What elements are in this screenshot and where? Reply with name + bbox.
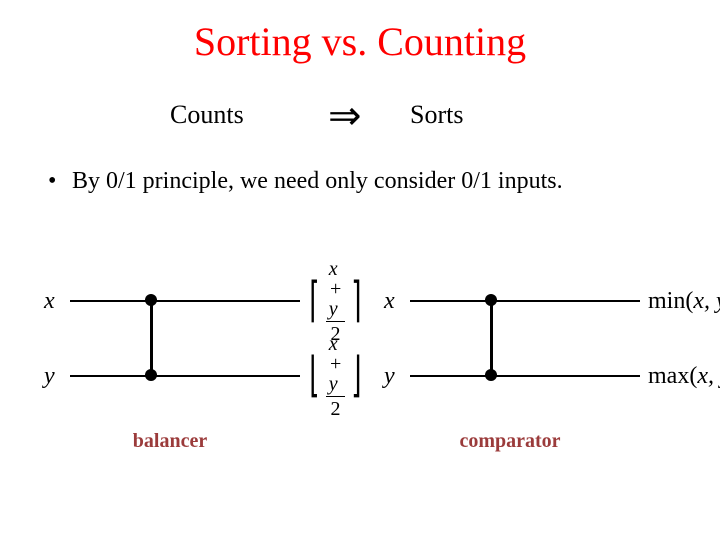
- implies-icon: ⇒: [328, 92, 362, 139]
- wire-top: [410, 300, 640, 302]
- balancer-caption: balancer: [40, 430, 300, 453]
- wire-top: [70, 300, 300, 302]
- bullet-text: By 0/1 principle, we need only consider …: [72, 168, 563, 194]
- node-bot: [485, 369, 497, 381]
- wire-bot: [410, 375, 640, 377]
- fn-max: max: [648, 363, 689, 389]
- comparator-out-bot: max(x, y): [648, 363, 720, 390]
- comparator-in-bot: y: [384, 363, 395, 390]
- node-top: [485, 294, 497, 306]
- node-bot: [145, 369, 157, 381]
- balancer-in-top: x: [44, 288, 55, 315]
- balancer-out-top-num: x + y: [326, 259, 345, 321]
- ceil-right-icon: ⌉: [351, 277, 361, 325]
- node-top: [145, 294, 157, 306]
- bullet-icon: •: [48, 168, 66, 195]
- balancer-in-bot: y: [44, 363, 55, 390]
- bullet-line: • By 0/1 principle, we need only conside…: [48, 168, 563, 195]
- args-top: x, y: [693, 288, 720, 314]
- balancer-out-bot-num: x + y: [326, 334, 345, 396]
- implication-row: Counts ⇒ Sorts: [0, 100, 720, 140]
- counts-label: Counts: [170, 100, 244, 130]
- args-bot: x, y: [697, 363, 720, 389]
- balancer-rod: [150, 300, 153, 375]
- comparator-rod: [490, 300, 493, 375]
- comparator-out-top: min(x, y): [648, 288, 720, 315]
- sorts-label: Sorts: [410, 100, 463, 130]
- comparator-in-top: x: [384, 288, 395, 315]
- floor-left-icon: ⌊: [309, 352, 319, 400]
- ceil-left-icon: ⌈: [309, 277, 319, 325]
- floor-right-icon: ⌋: [351, 352, 361, 400]
- fn-min: min: [648, 288, 685, 314]
- balancer-out-top: ⌈ x + y 2 ⌉: [305, 274, 366, 328]
- comparator-diagram: x y min(x, y) max(x, y) comparator: [380, 270, 700, 470]
- slide-title: Sorting vs. Counting: [0, 18, 720, 65]
- balancer-out-bot: ⌊ x + y 2 ⌋: [305, 349, 366, 403]
- balancer-diagram: x y ⌈ x + y 2 ⌉ ⌊ x + y 2 ⌋ balancer: [40, 270, 360, 470]
- comparator-caption: comparator: [380, 430, 640, 453]
- balancer-out-bot-den: 2: [327, 397, 343, 419]
- wire-bot: [70, 375, 300, 377]
